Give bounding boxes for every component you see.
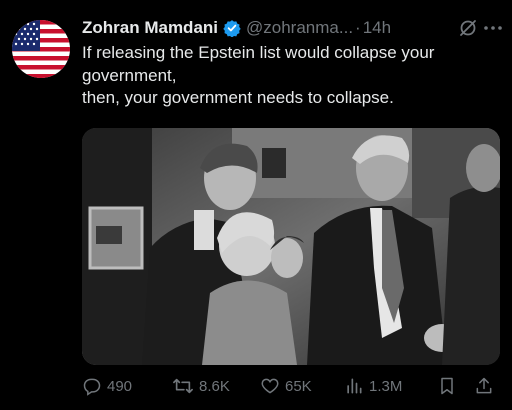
- bookmark-icon: [441, 377, 453, 395]
- views-count: 1.3M: [369, 377, 403, 395]
- views-chart-icon: [347, 378, 362, 394]
- author-handle[interactable]: @zohranma...: [246, 18, 353, 38]
- reply-icon: [83, 378, 101, 396]
- avatar[interactable]: [12, 20, 70, 78]
- repost-icon: [173, 378, 193, 394]
- tweet-text: If releasing the Epstein list would coll…: [82, 42, 502, 110]
- reply-button[interactable]: 490: [82, 373, 132, 399]
- verified-badge-icon[interactable]: [223, 19, 241, 38]
- us-flag-avatar-image: [12, 20, 70, 78]
- tweet-text-line: government,: [82, 65, 177, 85]
- bookmark-button[interactable]: [437, 373, 462, 399]
- repost-button[interactable]: 8.6K: [172, 373, 230, 399]
- photo-image: [82, 128, 500, 365]
- tweet-action-bar: 490 8.6K 65K 1.3M: [82, 373, 502, 399]
- tweet-timestamp[interactable]: 14h: [363, 18, 391, 38]
- tweet-text-line: If releasing the Epstein list would coll…: [82, 43, 435, 62]
- share-button[interactable]: [474, 373, 499, 399]
- separator-dot: ·: [355, 18, 361, 37]
- grok-icon[interactable]: [458, 18, 478, 38]
- repost-count: 8.6K: [199, 377, 230, 395]
- tweet-text-line: then, your government needs to collapse.: [82, 88, 394, 107]
- views-button[interactable]: 1.3M: [344, 373, 402, 399]
- tweet[interactable]: Zohran Mamdani @zohranma... · 14h If rel…: [0, 0, 512, 410]
- heart-icon: [261, 378, 279, 394]
- more-options-icon[interactable]: [482, 18, 504, 38]
- share-icon: [476, 377, 492, 394]
- like-count: 65K: [285, 377, 312, 395]
- author-display-name[interactable]: Zohran Mamdani: [82, 18, 218, 38]
- tweet-header: Zohran Mamdani @zohranma... · 14h: [82, 16, 502, 40]
- reply-count: 490: [107, 377, 133, 395]
- tweet-photo[interactable]: [82, 128, 500, 365]
- like-button[interactable]: 65K: [260, 373, 312, 399]
